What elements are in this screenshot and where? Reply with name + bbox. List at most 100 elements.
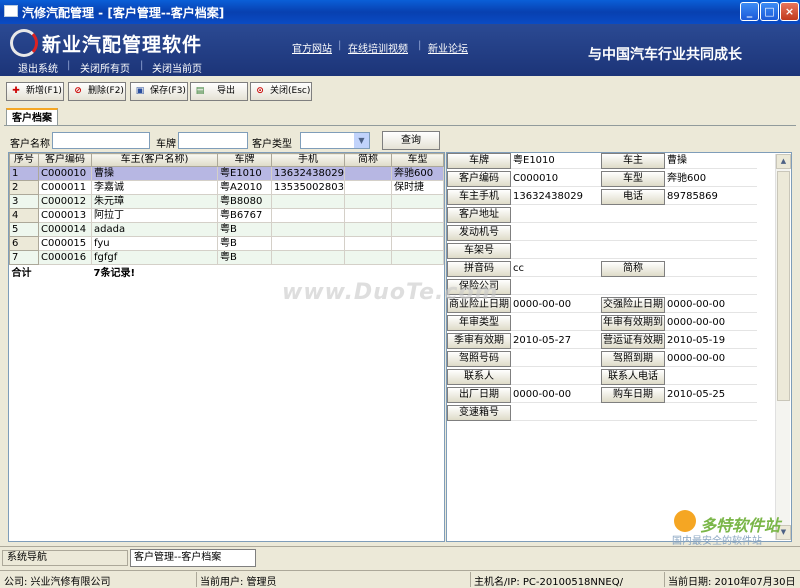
factory-date-value[interactable]: 0000-00-00: [511, 387, 601, 403]
contact-phone-value[interactable]: [665, 369, 757, 385]
close-all-pages-link[interactable]: 关闭所有页: [80, 60, 130, 75]
table-cell: fgfgf: [91, 250, 218, 265]
save-button[interactable]: ▣ 保存(F3): [130, 82, 188, 101]
brand-name: 新业汽配管理软件: [42, 34, 203, 56]
table-row[interactable]: 1 C000010 曹操 粤E1010 13632438029 奔驰600: [9, 166, 444, 181]
system-navigation-tab[interactable]: 系统导航: [2, 550, 128, 566]
save-icon: ▣: [135, 86, 145, 96]
factory-date-label: 出厂日期: [447, 387, 511, 403]
scroll-thumb[interactable]: [777, 171, 790, 401]
current-page-tab[interactable]: 客户管理--客户档案: [130, 549, 256, 567]
link-separator: |: [140, 60, 144, 71]
license-no-value[interactable]: [511, 351, 601, 367]
commercial-insurance-value[interactable]: 0000-00-00: [511, 297, 601, 313]
table-cell: [344, 166, 392, 181]
close-current-page-link[interactable]: 关闭当前页: [152, 60, 202, 75]
table-cell: [344, 222, 392, 237]
total-row: 合计 7条记录!: [10, 265, 444, 281]
table-row[interactable]: 4 C000013 阿拉丁 粤B6767: [9, 208, 444, 223]
column-header[interactable]: 手机: [271, 153, 345, 167]
delete-button[interactable]: ⊘ 删除(F2): [68, 82, 126, 101]
frame-no-value[interactable]: [511, 243, 757, 259]
maximize-button[interactable]: □: [760, 2, 779, 21]
plate-label: 车牌: [156, 139, 176, 150]
table-row[interactable]: 3 C000012 朱元璋 粤B8080: [9, 194, 444, 209]
plate-input[interactable]: [178, 132, 248, 149]
title-bar: 汽修汽配管理 - [客户管理--客户档案] _ □ ×: [0, 0, 800, 24]
watermark: www.DuoTe.com: [282, 280, 499, 305]
column-header[interactable]: 简称: [344, 153, 392, 167]
search-bar: 客户名称 车牌 客户类型 ▼ 查询: [0, 130, 800, 152]
date-status: 当前日期: 2010年07月30日: [668, 577, 796, 588]
customer-name-input[interactable]: [52, 132, 150, 149]
table-row[interactable]: 5 C000014 adada 粤B: [9, 222, 444, 237]
inspection-valid-value[interactable]: 0000-00-00: [665, 315, 757, 331]
owner-value[interactable]: 曹操: [665, 153, 757, 169]
column-header[interactable]: 车主(客户名称): [91, 153, 218, 167]
minimize-button[interactable]: _: [740, 2, 759, 21]
phone-value[interactable]: 89785869: [665, 189, 757, 205]
export-icon: ▤: [195, 86, 205, 96]
corner-watermark: 多特软件站 国内最安全的软件站: [672, 510, 796, 547]
close-button[interactable]: ⊙ 关闭(Esc): [250, 82, 312, 101]
exit-system-link[interactable]: 退出系统: [18, 60, 58, 75]
gearbox-no-value[interactable]: [511, 405, 757, 421]
customer-grid: 序号 客户编码 车主(客户名称) 车牌 手机 简称 车型 1 C000010 曹…: [8, 152, 445, 542]
add-button[interactable]: ✚ 新增(F1): [6, 82, 64, 101]
insurer-value[interactable]: [511, 279, 757, 295]
close-window-button[interactable]: ×: [780, 2, 799, 21]
inspection-valid-label: 年审有效期到: [601, 315, 665, 331]
pinyin-value[interactable]: cc: [511, 261, 601, 277]
contact-value[interactable]: [511, 369, 601, 385]
season-valid-value[interactable]: 2010-05-27: [511, 333, 601, 349]
host-status: 主机名/IP: PC-20100518NNEQ/: [474, 577, 623, 588]
table-row[interactable]: 7 C000016 fgfgf 粤B: [9, 250, 444, 265]
purchase-date-value[interactable]: 2010-05-25: [665, 387, 757, 403]
export-button[interactable]: ▤ 导出: [190, 82, 248, 101]
abbr-value[interactable]: [665, 261, 757, 277]
table-cell: [391, 222, 444, 237]
customer-name-label: 客户名称: [10, 139, 50, 150]
abbr-label: 简称: [601, 261, 665, 277]
table-row[interactable]: 2 C000011 李嘉诚 粤A2010 13535002803 保时捷: [9, 180, 444, 195]
table-cell: [271, 208, 345, 223]
vertical-scrollbar[interactable]: ▲ ▼: [775, 154, 791, 540]
column-header[interactable]: 车型: [391, 153, 444, 167]
compulsory-insurance-value[interactable]: 0000-00-00: [665, 297, 757, 313]
customer-code-value[interactable]: C000010: [511, 171, 601, 187]
customer-type-select[interactable]: ▼: [300, 132, 370, 149]
operating-permit-value[interactable]: 2010-05-19: [665, 333, 757, 349]
forum-link[interactable]: 新业论坛: [428, 40, 468, 55]
official-site-link[interactable]: 官方网站: [292, 40, 332, 55]
engine-no-value[interactable]: [511, 225, 757, 241]
training-video-link[interactable]: 在线培训视频: [348, 40, 408, 55]
column-header[interactable]: 客户编码: [38, 153, 92, 167]
user-status: 当前用户: 管理员: [200, 577, 277, 588]
model-value[interactable]: 奔驰600: [665, 171, 757, 187]
toolbar: ✚ 新增(F1) ⊘ 删除(F2) ▣ 保存(F3) ▤ 导出 ⊙ 关闭(Esc): [0, 78, 800, 104]
table-cell: [271, 194, 345, 209]
contact-phone-label: 联系人电话: [601, 369, 665, 385]
query-button[interactable]: 查询: [382, 131, 440, 150]
address-value[interactable]: [511, 207, 757, 223]
plate-value[interactable]: 粤E1010: [511, 153, 601, 169]
mobile-value[interactable]: 13632438029: [511, 189, 601, 205]
table-cell: C000010: [38, 166, 92, 181]
scroll-up-arrow-icon[interactable]: ▲: [776, 154, 791, 169]
corner-subtitle: 国内最安全的软件站: [672, 536, 762, 547]
table-cell: 5: [9, 222, 39, 237]
table-cell: [344, 236, 392, 251]
table-cell: [391, 194, 444, 209]
table-cell: 保时捷: [391, 180, 444, 195]
table-row[interactable]: 6 C000015 fyu 粤B: [9, 236, 444, 251]
license-expiry-value[interactable]: 0000-00-00: [665, 351, 757, 367]
app-banner: 新业汽配管理软件 退出系统 | 关闭所有页 | 关闭当前页 官方网站 | 在线培…: [0, 24, 800, 76]
column-header[interactable]: 车牌: [217, 153, 272, 167]
contact-label: 联系人: [447, 369, 511, 385]
inspection-type-value[interactable]: [511, 315, 601, 331]
table-cell: 13632438029: [271, 166, 345, 181]
close-icon: ⊙: [256, 86, 264, 96]
tab-customer-archive[interactable]: 客户档案: [6, 108, 58, 126]
column-header[interactable]: 序号: [9, 153, 39, 167]
delete-icon: ⊘: [74, 86, 82, 96]
